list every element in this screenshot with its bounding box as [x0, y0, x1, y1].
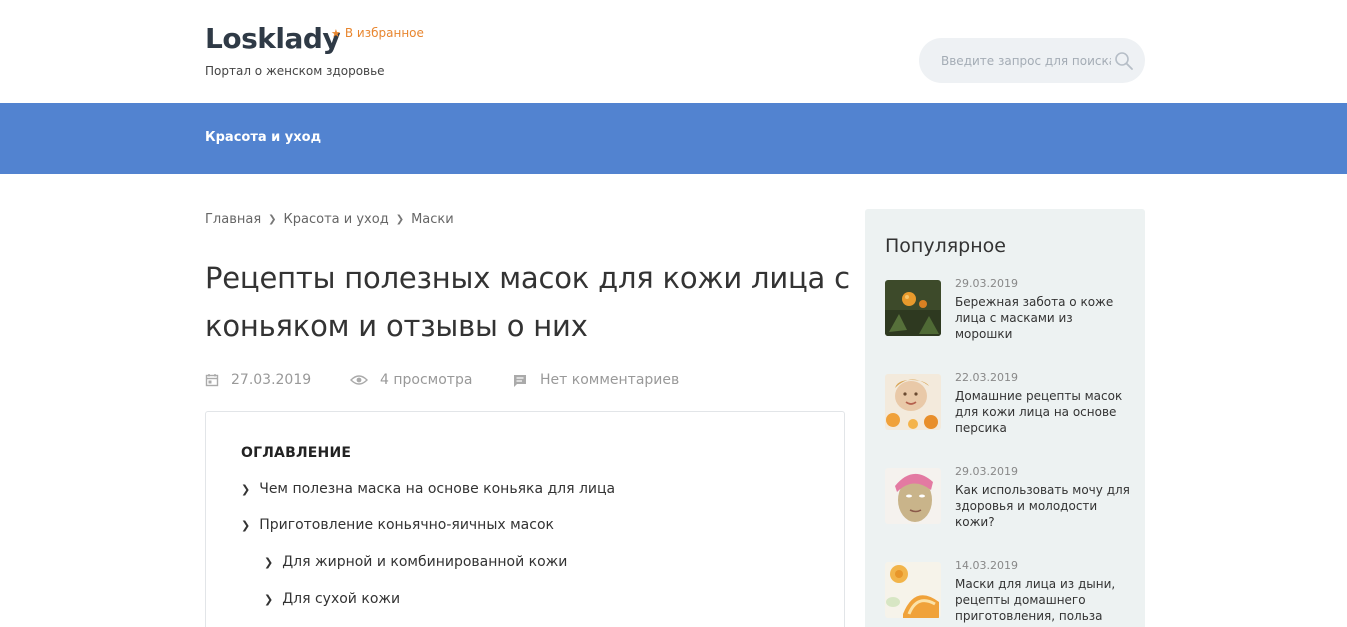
toc-item-label: Для жирной и комбинированной кожи: [282, 554, 568, 570]
toc-item-label: Приготовление коньячно-яичных масок: [259, 517, 554, 533]
add-to-favorites-link[interactable]: ★ В избранное: [331, 26, 424, 40]
toc-item[interactable]: ❯ Приготовление коньячно-яичных масок: [241, 517, 554, 533]
sidebar-title: Популярное: [885, 235, 1006, 257]
breadcrumb-beauty[interactable]: Красота и уход: [284, 212, 389, 227]
breadcrumb-home[interactable]: Главная: [205, 212, 261, 227]
chevron-right-icon: ❯: [395, 214, 405, 225]
article-views-text: 4 просмотра: [380, 372, 473, 388]
comment-icon: [514, 374, 526, 387]
post-date: 29.03.2019: [955, 277, 1018, 290]
eye-icon: [350, 375, 368, 385]
post-thumbnail[interactable]: [885, 468, 941, 524]
chevron-right-icon: ❯: [241, 518, 251, 532]
post-date: 29.03.2019: [955, 465, 1018, 478]
article-title: Рецепты полезных масок для кожи лица с к…: [205, 261, 850, 343]
favorites-label: В избранное: [344, 26, 424, 40]
post-date: 22.03.2019: [955, 371, 1018, 384]
popular-sidebar: Популярное 29.03.2019 Бережная забота о …: [865, 209, 1145, 627]
table-of-contents: ОГЛАВЛЕНИЕ ❯ Чем полезна маска на основе…: [205, 411, 845, 627]
chevron-right-icon: ❯: [264, 555, 274, 569]
toc-title: ОГЛАВЛЕНИЕ: [241, 445, 352, 461]
chevron-right-icon: ❯: [241, 482, 251, 496]
article-views: 4 просмотра: [350, 372, 512, 388]
site-tagline: Портал о женском здоровье: [205, 64, 385, 78]
post-thumbnail[interactable]: [885, 374, 941, 430]
toc-item-label: Для сухой кожи: [282, 591, 401, 607]
article-comments[interactable]: Нет комментариев: [512, 372, 679, 388]
calendar-icon: [205, 374, 219, 387]
star-icon: ★: [331, 26, 341, 40]
toc-item-label: Чем полезна маска на основе коньяка для …: [259, 481, 616, 497]
toc-item[interactable]: ❯ Чем полезна маска на основе коньяка дл…: [241, 481, 615, 497]
site-header: Losklady ★ В избранное Портал о женском …: [0, 0, 1347, 103]
article-date-text: 27.03.2019: [231, 372, 312, 388]
search-icon[interactable]: [1113, 50, 1135, 72]
article-date: 27.03.2019: [205, 372, 350, 388]
article-comments-text: Нет комментариев: [540, 372, 680, 388]
breadcrumb: Главная ❯ Красота и уход ❯ Маски: [205, 212, 454, 227]
chevron-right-icon: ❯: [268, 214, 277, 225]
post-thumbnail[interactable]: [885, 280, 941, 336]
chevron-right-icon: ❯: [264, 592, 274, 606]
toc-item[interactable]: ❯ Для сухой кожи: [264, 591, 400, 607]
post-title[interactable]: Маски для лица из дыни, рецепты домашнег…: [955, 576, 1130, 624]
article-meta: 27.03.2019 4 просмотра Нет комментариев: [205, 372, 679, 388]
post-title[interactable]: Бережная забота о коже лица с масками из…: [955, 294, 1130, 342]
search-box: [919, 38, 1145, 83]
site-logo[interactable]: Losklady: [205, 22, 341, 55]
post-date: 14.03.2019: [955, 559, 1018, 572]
toc-item[interactable]: ❯ Для жирной и комбинированной кожи: [264, 554, 567, 570]
post-title[interactable]: Домашние рецепты масок для кожи лица на …: [955, 388, 1130, 436]
post-title[interactable]: Как использовать мочу для здоровья и мол…: [955, 482, 1130, 530]
main-nav: Красота и уход: [0, 103, 1347, 174]
nav-item-beauty[interactable]: Красота и уход: [205, 130, 321, 145]
search-input[interactable]: [941, 53, 1111, 68]
post-thumbnail[interactable]: [885, 562, 941, 618]
breadcrumb-masks[interactable]: Маски: [411, 212, 454, 227]
